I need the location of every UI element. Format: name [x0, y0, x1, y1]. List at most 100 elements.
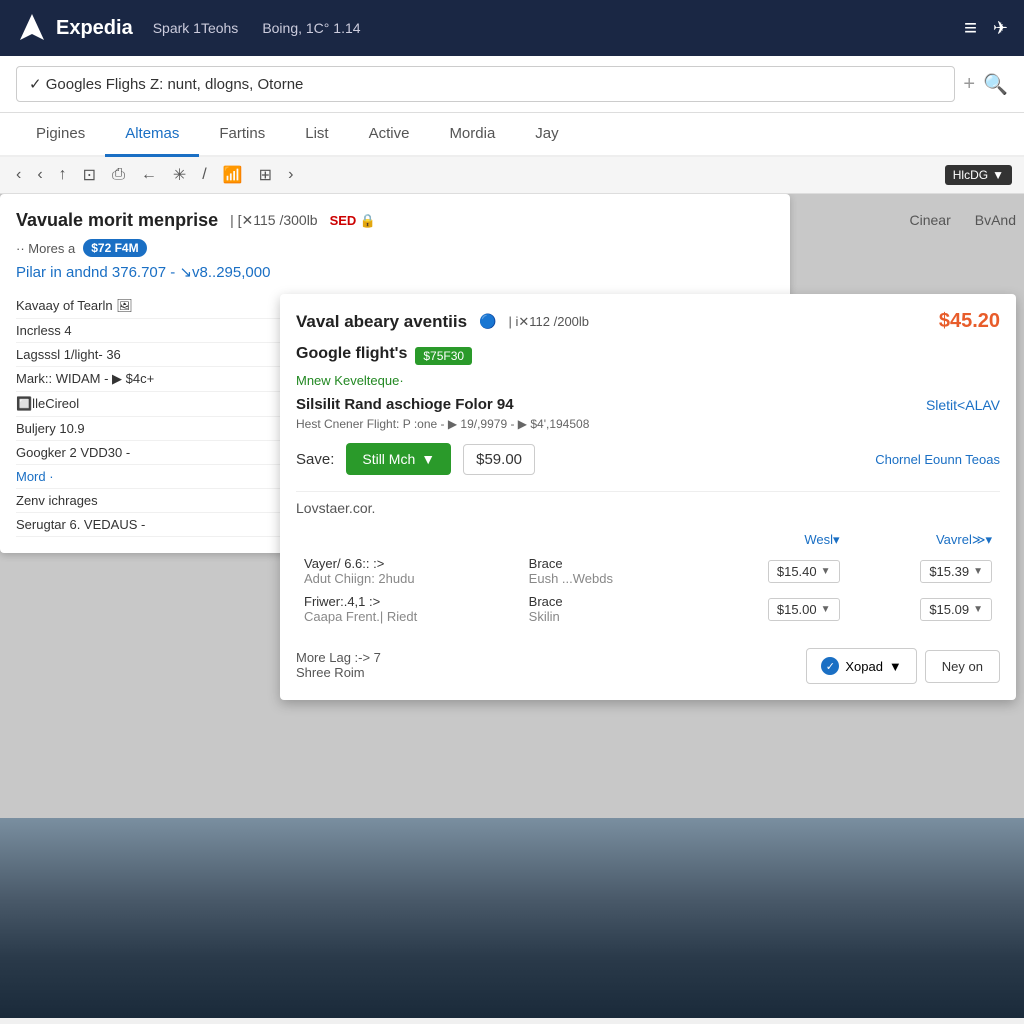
logo-text: Expedia [56, 17, 133, 40]
card-main-meta: | i✕112 /200lb [509, 314, 927, 330]
dot-icon: 🔵 [479, 313, 496, 330]
menu-icon[interactable]: ≡ [964, 15, 977, 41]
search-value: ✓ Googles Flighs Z: nunt, dlogns, Otorne [29, 75, 303, 93]
header-nav: Spark 1Teohs Boing, 1C° 1.14 [153, 20, 944, 36]
lovstaer: Lovstaer.cor. [296, 491, 1000, 516]
tab-jay[interactable]: Jay [515, 113, 578, 157]
price-cell-1[interactable]: $15.40 ▼ [768, 560, 840, 583]
toolbar-back2[interactable]: ‹ [33, 164, 46, 186]
xopad-arrow: ▼ [889, 659, 902, 674]
row1-price2: $15.39 ▼ [848, 552, 1000, 590]
table-col-empty [296, 528, 521, 552]
flight-details: Hest Cnener Flight: P :one - ▶ 19/,9979 … [296, 417, 1000, 431]
table-col-wesl[interactable]: Wesl▾ [695, 528, 847, 552]
more-lag: More Lag :-> 7 [296, 650, 381, 665]
main-content: Cinear BvAnd Vavuale morit menprise | [✕… [0, 194, 1024, 1018]
card-main: Vaval abeary aventiis 🔵 | i✕112 /200lb $… [280, 294, 1016, 700]
nav-item-1[interactable]: Spark 1Teohs [153, 20, 239, 36]
chornel-link[interactable]: Chornel Eounn Teoas [875, 452, 1000, 467]
flight-title: Silsilit Rand aschioge Folor 94 [296, 396, 514, 413]
google-flights-label: Google flight's [296, 345, 407, 363]
search-button[interactable]: 🔍 [983, 72, 1008, 97]
card-left-header: Vavuale morit menprise | [✕115 /300lb SE… [16, 210, 774, 231]
tab-list[interactable]: List [285, 113, 348, 157]
price-table: Wesl▾ Vavrel≫▾ Vayer/ 6.6:: :> Adut Chii… [296, 528, 1000, 628]
tab-bar: Pigines Altemas Fartins List Active Mord… [0, 113, 1024, 157]
row1-label2: Brace Eush ...Webds [521, 552, 695, 590]
table-col-vavrel[interactable]: Vavrel≫▾ [848, 528, 1000, 552]
row1-price1: $15.40 ▼ [695, 552, 847, 590]
search-field[interactable]: ✓ Googles Flighs Z: nunt, dlogns, Otorne [16, 66, 955, 102]
header: Expedia Spark 1Teohs Boing, 1C° 1.14 ≡ ✈ [0, 0, 1024, 56]
price-dropdown-arrow: ▼ [821, 604, 831, 615]
price-cell-3[interactable]: $15.00 ▼ [768, 598, 840, 621]
table-row: Vayer/ 6.6:: :> Adut Chiign: 2hudu Brace… [296, 552, 1000, 590]
toolbar-back3[interactable]: ← [137, 164, 161, 186]
tab-fartins[interactable]: Fartins [199, 113, 285, 157]
card-main-price: $45.20 [939, 310, 1000, 333]
toolbar-print[interactable]: ⎙ [108, 164, 129, 186]
save-label: Save: [296, 451, 334, 468]
table-row: Friwer:.4,1 :> Caapa Frent.| Riedt Brace… [296, 590, 1000, 628]
tab-active[interactable]: Active [349, 113, 430, 157]
price-dropdown-arrow: ▼ [821, 566, 831, 577]
card-left-meta: | [✕115 /300lb [230, 212, 318, 229]
header-icons: ≡ ✈ [964, 15, 1008, 41]
toolbar-wifi[interactable]: 📶 [219, 163, 247, 187]
row2-price1: $15.00 ▼ [695, 590, 847, 628]
price-cell-2[interactable]: $15.39 ▼ [920, 560, 992, 583]
bvand-label: BvAnd [975, 212, 1016, 228]
row2-label2: Brace Skilin [521, 590, 695, 628]
expedia-logo-icon [16, 12, 48, 44]
toolbar-slash[interactable]: / [198, 164, 210, 186]
right-labels: Cinear BvAnd [910, 212, 1017, 228]
nav-item-2[interactable]: Boing, 1C° 1.14 [262, 20, 360, 36]
more-lag-section: More Lag :-> 7 Shree Roim [296, 642, 381, 680]
toolbar: ‹ ‹ ↑ ⊡ ⎙ ← ✳ / 📶 ⊞ › HlcDG ▼ [0, 157, 1024, 194]
toolbar-star[interactable]: ✳ [169, 163, 190, 187]
xopad-label: Xopad [845, 659, 883, 674]
toolbar-back1[interactable]: ‹ [12, 164, 25, 186]
shree-roim: Shree Roim [296, 665, 381, 680]
toolbar-dropdown-label: HlcDG [953, 168, 988, 182]
xopad-check-icon: ✓ [821, 657, 839, 675]
price-dropdown-arrow: ▼ [973, 566, 983, 577]
toolbar-forward[interactable]: › [284, 164, 297, 186]
toolbar-dropdown[interactable]: HlcDG ▼ [945, 165, 1012, 185]
row2-price2: $15.09 ▼ [848, 590, 1000, 628]
toolbar-dropdown-arrow: ▼ [992, 168, 1004, 182]
dropdown-chevron: ▼ [421, 451, 435, 467]
bottom-buttons: ✓ Xopad ▼ Ney on [806, 648, 1000, 684]
toolbar-table[interactable]: ⊞ [255, 163, 276, 187]
mores-label: ·· Mores a [16, 241, 75, 256]
ney-on-button[interactable]: Ney on [925, 650, 1000, 683]
price-badge[interactable]: $72 F4M [83, 239, 146, 257]
card-main-title: Vaval abeary aventiis [296, 312, 467, 332]
tab-altemas[interactable]: Altemas [105, 113, 199, 157]
search-bar: ✓ Googles Flighs Z: nunt, dlogns, Otorne… [0, 56, 1024, 113]
still-mch-button[interactable]: Still Mch ▼ [346, 443, 451, 475]
xopad-button[interactable]: ✓ Xopad ▼ [806, 648, 916, 684]
tab-mordia[interactable]: Mordia [429, 113, 515, 157]
toolbar-up[interactable]: ↑ [55, 164, 71, 186]
search-plus-icon[interactable]: + [963, 73, 975, 96]
row1-label1: Vayer/ 6.6:: :> Adut Chiign: 2hudu [296, 552, 521, 590]
card-left-badge: SED 🔒 [330, 213, 377, 229]
background-landscape [0, 818, 1024, 1018]
cinear-label: Cinear [910, 212, 951, 228]
share-icon[interactable]: ✈ [993, 18, 1008, 39]
flight-row: Silsilit Rand aschioge Folor 94 Sletit<A… [296, 396, 1000, 413]
logo: Expedia [16, 12, 133, 44]
sletit-link[interactable]: Sletit<ALAV [926, 397, 1000, 413]
table-col-empty2 [521, 528, 695, 552]
green-badge: $75F30 [415, 347, 472, 365]
toolbar-grid[interactable]: ⊡ [79, 163, 100, 187]
price-link[interactable]: Pilar in andnd 376.707 - ↘v8..295,000 [16, 264, 270, 281]
tab-pigines[interactable]: Pigines [16, 113, 105, 157]
price-box: $59.00 [463, 444, 535, 475]
mnew-label: Mnew Kevelteque· [296, 373, 1000, 388]
row2-label1: Friwer:.4,1 :> Caapa Frent.| Riedt [296, 590, 521, 628]
price-cell-4[interactable]: $15.09 ▼ [920, 598, 992, 621]
card-left-title: Vavuale morit menprise [16, 210, 218, 231]
price-dropdown-arrow: ▼ [973, 604, 983, 615]
